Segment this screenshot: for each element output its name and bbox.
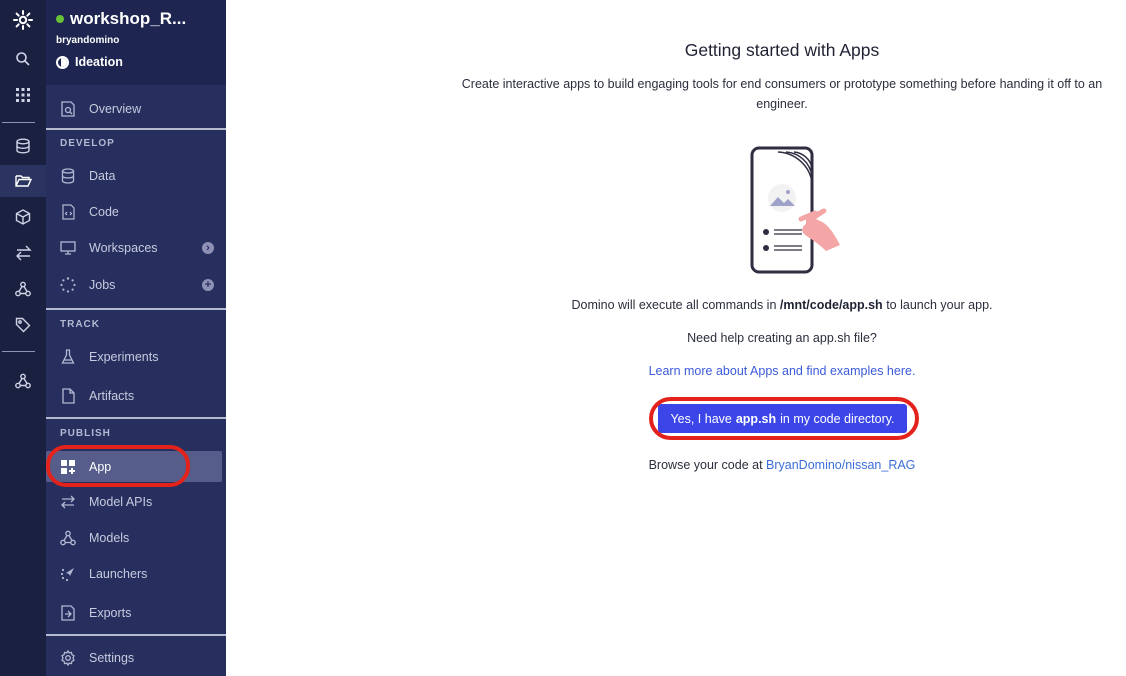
cta-highlight-annotation [649,397,919,440]
chevron-right-icon[interactable]: › [202,242,214,254]
sidebar-item-label: Jobs [89,278,116,292]
sidebar-item-label: Settings [89,651,135,665]
sidebar-divider [46,308,226,310]
transfer-arrows-icon[interactable] [0,237,46,269]
sidebar-item-launchers[interactable]: Launchers [46,557,226,591]
section-develop: DEVELOP [60,138,115,149]
sidebar-item-label: Data [89,169,116,183]
command-info: Domino will execute all commands in /mnt… [438,298,1126,312]
sidebar-item-models[interactable]: Models [46,521,226,555]
overview-icon [60,101,76,117]
command-path: /mnt/code/app.sh [779,298,883,312]
page-title: Getting started with Apps [684,40,880,60]
sidebar-item-label: Experiments [89,350,159,364]
command-prefix: Domino will execute all commands in [571,298,777,312]
sidebar-item-artifacts[interactable]: Artifacts [46,379,226,413]
sidebar-item-jobs[interactable]: Jobs + [46,268,226,302]
launcher-icon [60,566,76,582]
transfer-arrows-icon [60,494,76,510]
help-text: Need help creating an app.sh file? [687,331,877,345]
section-publish: PUBLISH [60,428,111,439]
sidebar-item-code[interactable]: Code [46,195,226,229]
code-file-icon [60,204,76,220]
repo-link[interactable]: BryanDomino/nissan_RAG [766,458,915,472]
database-icon [60,168,76,184]
flask-icon [60,349,76,365]
browse-code-line: Browse your code at BryanDomino/nissan_R… [438,458,1126,472]
database-icon[interactable] [0,130,46,162]
domino-logo-icon[interactable] [0,4,46,36]
sidebar-item-data[interactable]: Data [46,159,226,193]
sidebar-item-label: Workspaces [89,241,158,255]
export-icon [60,605,76,621]
learn-more-link[interactable]: Learn more about Apps and find examples … [438,364,1126,378]
model-graph-icon[interactable] [0,365,46,397]
sidebar-item-settings[interactable]: Settings [46,641,226,675]
command-suffix: to launch your app. [886,298,993,312]
project-title[interactable]: workshop_R... [70,9,186,29]
monitor-icon [60,240,76,256]
sidebar-item-label: Launchers [89,567,148,581]
file-icon [60,388,76,404]
sidebar-item-label: Model APIs [89,495,153,509]
folder-open-icon[interactable] [0,165,46,197]
browse-prefix: Browse your code at [648,458,763,472]
sidebar-divider [46,417,226,419]
sidebar-item-label: Models [89,531,130,545]
model-graph-icon [60,530,76,546]
app-highlight-annotation [46,445,190,487]
model-graph-icon[interactable] [0,273,46,305]
sidebar-item-workspaces[interactable]: Workspaces › [46,231,226,265]
phone-illustration [740,146,860,281]
sidebar-item-label: Artifacts [89,389,135,403]
add-job-icon[interactable]: + [202,279,214,291]
gear-icon [60,650,76,666]
rail-divider [2,122,35,123]
section-track: TRACK [60,319,100,330]
page-description: Create interactive apps to build engagin… [461,77,1103,111]
project-status-dot [56,15,64,23]
project-name-row[interactable]: workshop_R... [56,9,186,29]
project-sidebar: workshop_R... bryandomino Ideation Overv… [46,0,226,676]
sidebar-item-label: Exports [89,606,132,620]
sidebar-item-label: Code [89,205,119,219]
cube-icon[interactable] [0,201,46,233]
sidebar-divider [46,128,226,130]
sidebar-item-overview[interactable]: Overview [46,92,226,126]
icon-rail [0,0,46,676]
sidebar-divider [46,634,226,636]
apps-grid-icon[interactable] [0,79,46,111]
jobs-spinner-icon [60,277,76,293]
sidebar-item-label: Overview [89,102,142,116]
rail-divider [2,351,35,352]
tag-icon[interactable] [0,309,46,341]
sidebar-item-exports[interactable]: Exports [46,596,226,630]
sidebar-item-experiments[interactable]: Experiments [46,340,226,374]
sidebar-item-model-apis[interactable]: Model APIs [46,485,226,519]
